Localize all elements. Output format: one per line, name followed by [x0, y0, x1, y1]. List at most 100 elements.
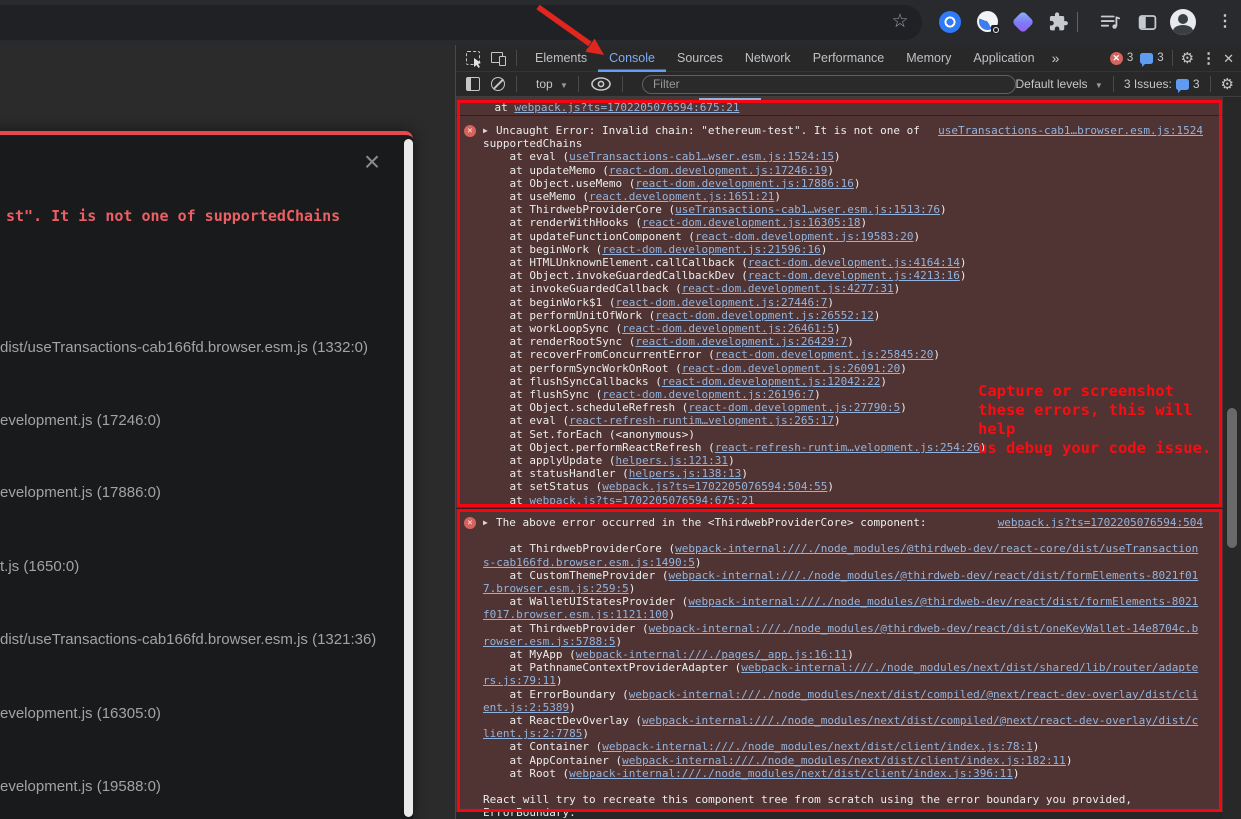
devtools-menu-kebab-icon[interactable]: ⋮ — [1201, 45, 1216, 72]
stack-text: ) — [629, 582, 636, 595]
source-location-link[interactable]: react-dom.development.js:21596:16 — [602, 243, 821, 256]
stack-prefix: at — [468, 101, 514, 114]
clear-console-icon[interactable] — [490, 76, 506, 92]
stack-text: ) — [880, 375, 887, 388]
stack-line: at Container (webpack-internal:///./node… — [483, 740, 1203, 753]
tab-sources[interactable]: Sources — [666, 45, 734, 72]
tab-memory[interactable]: Memory — [895, 45, 962, 72]
stack-text: at updateMemo ( — [483, 164, 609, 177]
issues-summary[interactable]: 3 Issues: 3 — [1124, 77, 1200, 91]
error-source-link[interactable]: useTransactions-cab1…browser.esm.js:1524 — [938, 124, 1203, 137]
devtools-settings-gear-icon[interactable]: ⚙ — [1181, 45, 1194, 72]
source-location-link[interactable]: react-dom.development.js:26461:5 — [622, 322, 834, 335]
source-location-link[interactable]: helpers.js:138:13 — [629, 467, 742, 480]
stack-text: at Object.invokeGuardedCallbackDev ( — [483, 269, 748, 282]
source-location-link[interactable]: webpack-internal:///./node_modules/next/… — [622, 754, 1066, 767]
profile-avatar[interactable] — [1170, 9, 1196, 35]
error-footer-text: React will try to recreate this componen… — [483, 793, 1203, 819]
execution-context-selector[interactable]: top ▼ — [536, 77, 568, 91]
console-scrollbar-track[interactable] — [1223, 97, 1241, 819]
tab-elements[interactable]: Elements — [524, 45, 598, 72]
source-location-link[interactable]: webpack.js?ts=1702205076594:675:21 — [529, 494, 754, 507]
stack-line: at updateFunctionComponent (react-dom.de… — [483, 230, 1203, 243]
stack-text: ) — [827, 164, 834, 177]
source-location-link[interactable]: react-dom.development.js:19583:20 — [695, 230, 914, 243]
source-location-link[interactable]: webpack.js?ts=1702205076594:504:55 — [602, 480, 827, 493]
source-location-link[interactable]: react-dom.development.js:26091:20 — [682, 362, 901, 375]
stack-text: at ReactDevOverlay ( — [483, 714, 642, 727]
disclosure-triangle-icon[interactable]: ▶ — [483, 516, 496, 529]
source-location-link[interactable]: helpers.js:121:31 — [615, 454, 728, 467]
source-location-link[interactable]: react-dom.development.js:26429:7 — [635, 335, 847, 348]
console-sidebar-toggle-icon[interactable] — [465, 76, 481, 92]
overlay-close-icon[interactable]: × — [357, 147, 387, 177]
stack-line: at Object.useMemo (react-dom.development… — [483, 177, 1203, 190]
source-location-link[interactable]: react-refresh-runtim…velopment.js:265:17 — [569, 414, 834, 427]
address-bar[interactable] — [0, 5, 922, 40]
source-location-link[interactable]: webpack-internal:///./node_modules/next/… — [569, 767, 1013, 780]
error-headline: useTransactions-cab1…browser.esm.js:1524… — [483, 124, 1203, 150]
tab-console[interactable]: Console — [598, 45, 666, 72]
stack-line: at performSyncWorkOnRoot (react-dom.deve… — [483, 362, 1203, 375]
source-location-link[interactable]: react-refresh-runtim…velopment.js:254:26 — [715, 441, 980, 454]
disclosure-triangle-icon[interactable]: ▶ — [483, 124, 496, 137]
source-location-link[interactable]: react-dom.development.js:17886:16 — [635, 177, 854, 190]
browser-menu-kebab-icon[interactable]: ⋮ — [1216, 12, 1234, 32]
source-location-link[interactable]: webpack.js?ts=1702205076594:675:21 — [514, 101, 739, 114]
stack-line: at ReactDevOverlay (webpack-internal:///… — [483, 714, 1203, 740]
source-location-link[interactable]: react-dom.development.js:16305:18 — [642, 216, 861, 229]
bookmark-star-icon[interactable]: ☆ — [889, 11, 911, 33]
stack-text: ) — [668, 608, 675, 621]
tab-application[interactable]: Application — [962, 45, 1045, 72]
stack-line: at beginWork$1 (react-dom.development.js… — [483, 296, 1203, 309]
stack-frame-path: evelopment.js (16305:0) — [0, 705, 161, 722]
source-location-link[interactable]: react-dom.development.js:12042:22 — [662, 375, 881, 388]
source-location-link[interactable]: react.development.js:1651:21 — [589, 190, 774, 203]
console-error-1: ✕ useTransactions-cab1…browser.esm.js:15… — [456, 116, 1223, 509]
issues-badge-count: 3 — [1157, 52, 1163, 64]
stack-text: ) — [900, 362, 907, 375]
gradient-diamond-extension-icon[interactable] — [1012, 11, 1035, 34]
source-location-link[interactable]: react-dom.development.js:4164:14 — [748, 256, 960, 269]
console-settings-gear-icon[interactable]: ⚙ — [1221, 71, 1234, 98]
source-location-link[interactable]: react-dom.development.js:4277:31 — [682, 282, 894, 295]
more-tabs-icon[interactable]: » — [1046, 45, 1066, 72]
stack-text: at updateFunctionComponent ( — [483, 230, 695, 243]
stack-text: at beginWork ( — [483, 243, 602, 256]
blue-circle-extension-icon[interactable] — [939, 11, 961, 33]
issues-bubble-icon — [1140, 53, 1153, 64]
stack-text: at renderWithHooks ( — [483, 216, 642, 229]
source-location-link[interactable]: react-dom.development.js:26552:12 — [655, 309, 874, 322]
inspect-element-icon[interactable] — [465, 50, 481, 66]
live-expression-eye-icon[interactable] — [590, 76, 612, 92]
source-location-link[interactable]: react-dom.development.js:27446:7 — [615, 296, 827, 309]
devtools-close-icon[interactable]: ✕ — [1223, 45, 1234, 72]
clock-extension-icon[interactable] — [977, 11, 998, 32]
source-location-link[interactable]: react-dom.development.js:27790:5 — [688, 401, 900, 414]
overlay-scrollbar[interactable] — [404, 139, 413, 817]
error-source-link[interactable]: webpack.js?ts=1702205076594:504 — [998, 516, 1203, 529]
source-location-link[interactable]: react-dom.development.js:25845:20 — [715, 348, 934, 361]
side-panel-icon[interactable] — [1137, 12, 1158, 33]
tab-performance[interactable]: Performance — [802, 45, 896, 72]
source-location-link[interactable]: react-dom.development.js:26196:7 — [602, 388, 814, 401]
source-location-link[interactable]: useTransactions-cab1…wser.esm.js:1513:76 — [675, 203, 940, 216]
error-count-badge[interactable]: ✕ 3 — [1110, 52, 1133, 65]
extensions-puzzle-icon[interactable] — [1047, 11, 1069, 33]
media-controls-icon[interactable] — [1099, 11, 1121, 33]
source-location-link[interactable]: useTransactions-cab1…wser.esm.js:1524:15 — [569, 150, 834, 163]
source-location-link[interactable]: webpack-internal:///./pages/_app.js:16:1… — [576, 648, 848, 661]
source-location-link[interactable]: react-dom.development.js:4213:16 — [748, 269, 960, 282]
source-location-link[interactable]: webpack-internal:///./node_modules/next/… — [602, 740, 1032, 753]
device-toolbar-icon[interactable] — [490, 50, 506, 66]
issues-count-badge[interactable]: 3 — [1140, 52, 1163, 64]
tab-network[interactable]: Network — [734, 45, 802, 72]
toolbar-separator — [1210, 76, 1211, 92]
stack-line: at renderWithHooks (react-dom.developmen… — [483, 216, 1203, 229]
default-levels-dropdown[interactable]: Default levels ▼ — [1016, 77, 1103, 91]
console-scrollbar-thumb[interactable] — [1227, 408, 1237, 548]
console-filter-input[interactable] — [642, 75, 1016, 94]
source-location-link[interactable]: react-dom.development.js:17246:19 — [609, 164, 828, 177]
stack-text: at setStatus ( — [483, 480, 602, 493]
stack-line: at WalletUIStatesProvider (webpack-inter… — [483, 595, 1203, 621]
